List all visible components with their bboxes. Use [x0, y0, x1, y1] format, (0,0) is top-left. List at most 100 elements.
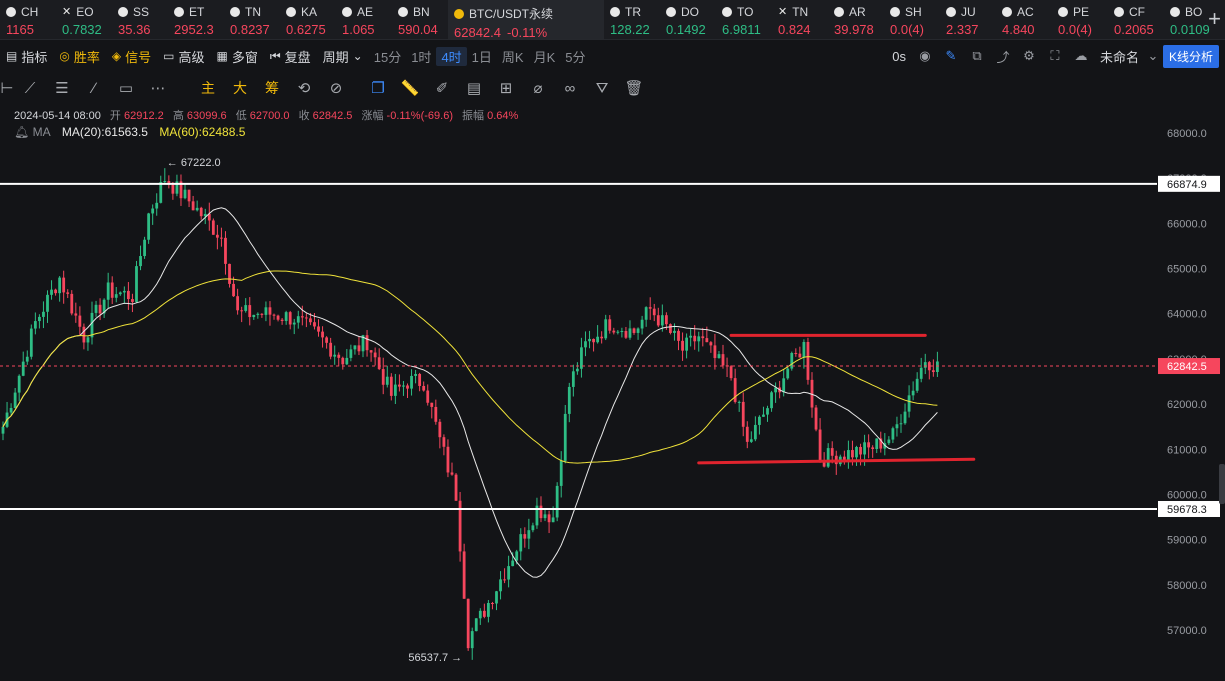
link-icon[interactable]: ∞	[554, 80, 586, 97]
ticker-item[interactable]: SS 35.36	[112, 0, 168, 39]
ticker-item[interactable]: SH 0.0(4)	[884, 0, 940, 39]
line-tool-icon[interactable]: ∕	[78, 80, 110, 97]
brush-icon[interactable]: ✐	[426, 79, 458, 97]
candle-body	[806, 341, 810, 380]
sync-icon[interactable]: ⟲	[288, 79, 320, 97]
signal-button[interactable]: ◈ 信号	[106, 44, 157, 68]
timeframe-tab[interactable]: 1日	[467, 47, 497, 66]
measure-icon[interactable]: ⊞	[490, 79, 522, 97]
candle-body	[592, 338, 595, 343]
magnet-icon[interactable]: ⌀	[522, 79, 554, 97]
ticker-item[interactable]: KA 0.6275	[280, 0, 336, 39]
candle-body	[741, 401, 745, 427]
crosshair-icon[interactable]: ⊢	[0, 79, 14, 97]
candle-body	[50, 289, 53, 295]
ticker-item[interactable]: AC 4.840	[996, 0, 1052, 39]
candle-body	[402, 385, 405, 387]
candle-body	[135, 266, 138, 302]
settings-icon[interactable]: ⚙	[1018, 48, 1040, 64]
high-price-marker: ← 67222.0	[167, 157, 221, 169]
candle-body	[693, 335, 697, 342]
winrate-button[interactable]: ◎ 胜率	[53, 44, 106, 68]
camera-icon[interactable]: ◉	[914, 48, 936, 64]
ticker-symbol: AR	[849, 5, 866, 19]
annotation-line[interactable]	[697, 457, 976, 465]
ticker-item[interactable]: JU 2.337	[940, 0, 996, 39]
trendline-icon[interactable]: ⟋	[14, 80, 46, 97]
ticker-item[interactable]: ✕ TN 0.824	[772, 0, 828, 39]
ticker-item[interactable]: DO 0.1492	[660, 0, 716, 39]
coin-icon	[286, 7, 296, 17]
note-icon[interactable]: ▤	[458, 79, 490, 97]
period-dropdown[interactable]: 周期 ⌄	[317, 44, 369, 68]
ruler-icon[interactable]: 📏	[394, 79, 426, 97]
filter-icon[interactable]: ⛛	[586, 80, 618, 97]
candle-body	[851, 450, 854, 458]
add-ticker-button[interactable]: +	[1208, 8, 1221, 30]
ticker-item[interactable]: TR 128.22	[604, 0, 660, 39]
share-icon[interactable]: ⤴	[992, 47, 1014, 66]
more-tools-icon[interactable]: ⋯	[142, 79, 174, 97]
ticker-item[interactable]: ET 2952.3	[168, 0, 224, 39]
candle-body	[78, 315, 82, 327]
fullscreen-icon[interactable]: ⛶	[1044, 48, 1066, 64]
chip-tool-label[interactable]: 筹	[256, 78, 288, 98]
ticker-price: 0.8237	[230, 22, 270, 37]
trash-icon[interactable]: 🗑	[618, 79, 650, 97]
candle-body	[855, 446, 858, 458]
candle-body	[733, 378, 737, 402]
timeframe-tab[interactable]: 5分	[560, 47, 590, 66]
candle-body	[345, 357, 349, 365]
ticker-item[interactable]: BN 590.04	[392, 0, 448, 39]
ticker-item[interactable]: AR 39.978	[828, 0, 884, 39]
indicator-icon: ▤	[6, 49, 18, 63]
candle-body	[159, 182, 163, 203]
candle-body	[709, 342, 713, 346]
ticker-item-active[interactable]: BTC/USDT永续 62842.4 -0.11%	[448, 0, 604, 39]
ticker-item[interactable]: TO 6.9811	[716, 0, 772, 39]
candle-body	[171, 184, 175, 194]
timeframe-tab[interactable]: 4时	[436, 46, 467, 66]
ticker-item[interactable]: PE 0.0(4)	[1052, 0, 1108, 39]
ticker-item[interactable]: ✕ EO 0.7832	[56, 0, 112, 39]
scroll-handle[interactable]	[1219, 464, 1225, 504]
timeframe-tab[interactable]: 15分	[369, 47, 406, 66]
parallel-lines-icon[interactable]: ☰	[46, 79, 78, 97]
candle-body	[478, 610, 482, 619]
candle-body	[899, 423, 903, 425]
candle-body	[745, 426, 749, 442]
y-tick-label: 62000.0	[1167, 399, 1207, 411]
candle-body	[94, 304, 98, 313]
candle-body	[596, 336, 600, 343]
candle-body	[604, 319, 608, 339]
ticker-item[interactable]: TN 0.8237	[224, 0, 280, 39]
timeframe-tab[interactable]: 周K	[497, 47, 529, 66]
big-tool-label[interactable]: 大	[224, 78, 256, 98]
layout-name-dropdown[interactable]: 未命名	[1096, 47, 1143, 66]
pen-icon[interactable]: ✎	[940, 48, 962, 64]
candle-body	[292, 322, 296, 325]
no-draw-icon[interactable]: ⊘	[320, 79, 352, 97]
candle-body	[349, 349, 353, 358]
ticker-item[interactable]: CH 1165	[0, 0, 56, 39]
rectangle-icon[interactable]: ▭	[110, 79, 142, 97]
coin-icon	[6, 7, 16, 17]
advanced-button[interactable]: ▭ 高级	[157, 44, 210, 68]
kline-analysis-button[interactable]: K线分析	[1162, 44, 1219, 68]
popout-icon[interactable]: ⧉	[966, 48, 988, 64]
multi-window-button[interactable]: ▦ 多窗	[210, 44, 263, 68]
timeframe-tab[interactable]: 1时	[406, 47, 436, 66]
ticker-price: 0.6275	[286, 22, 326, 37]
candlestick-chart[interactable]: 57000.0 58000.0 59000.0 60000.0 61000.0 62000…	[0, 104, 1225, 681]
ticker-item[interactable]: CF 0.2065	[1108, 0, 1164, 39]
replay-button[interactable]: ⏮ 复盘	[264, 44, 317, 68]
ticker-symbol: TO	[737, 5, 754, 19]
candle-body	[798, 353, 802, 358]
ticker-symbol: AC	[1017, 5, 1034, 19]
ticker-item[interactable]: AE 1.065	[336, 0, 392, 39]
indicators-button[interactable]: ▤ 指标	[0, 44, 53, 68]
copy-icon[interactable]: ❐	[362, 79, 394, 97]
candle-body	[414, 373, 417, 376]
timeframe-tab[interactable]: 月K	[529, 47, 561, 66]
main-tool-label[interactable]: 主	[192, 78, 224, 98]
